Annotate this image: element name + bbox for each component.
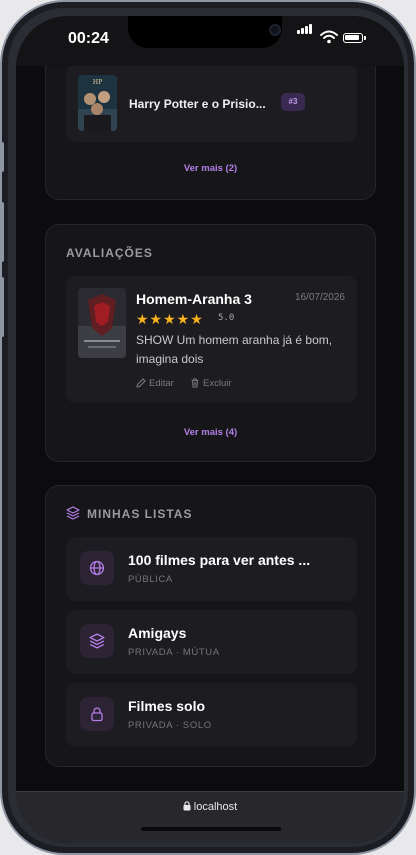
- rank-badge: #3: [281, 93, 305, 111]
- delete-label: Excluir: [203, 378, 232, 389]
- status-time: 00:24: [68, 30, 109, 47]
- trash-icon: [191, 378, 199, 388]
- review-item[interactable]: Homem-Aranha 3 16/07/2026 ★★★★★ 5.0 SHOW…: [66, 276, 357, 403]
- screen: 00:24 HP Harry Potter e o Prisio... #3 V…: [16, 16, 404, 843]
- see-more-top-list-link[interactable]: Ver mais (2): [46, 163, 375, 174]
- list-item[interactable]: Amigays PRIVADA · MÚTUA: [66, 610, 357, 674]
- volume-down-button: [0, 277, 4, 337]
- lock-icon: [80, 697, 114, 731]
- reviews-section-title: AVALIAÇÕES: [66, 246, 153, 260]
- battery-tip: [364, 36, 366, 40]
- layers-icon: [66, 506, 80, 520]
- notch: [128, 16, 282, 48]
- list-visibility: PÚBLICA: [128, 574, 173, 585]
- review-text: SHOW Um homem aranha já é bom, imagina d…: [136, 333, 333, 366]
- top-list-item[interactable]: HP Harry Potter e o Prisio... #3: [66, 64, 357, 142]
- edit-review-button[interactable]: Editar: [136, 378, 174, 389]
- volume-up-button: [0, 202, 4, 262]
- see-more-reviews-link[interactable]: Ver mais (4): [46, 427, 375, 438]
- homem-aranha-poster: [78, 288, 126, 358]
- wifi-icon: [320, 30, 338, 44]
- harry-potter-poster: HP: [78, 75, 117, 131]
- home-indicator[interactable]: [141, 827, 281, 831]
- review-movie-title: Homem-Aranha 3: [136, 291, 252, 307]
- camera: [271, 26, 279, 34]
- review-date: 16/07/2026: [294, 292, 345, 303]
- battery-icon: [343, 33, 363, 43]
- status-bar: 00:24: [16, 16, 404, 66]
- svg-text:HP: HP: [93, 79, 102, 86]
- lock-icon: [183, 801, 191, 811]
- list-name: Amigays: [128, 625, 187, 641]
- list-name: Filmes solo: [128, 698, 206, 714]
- edit-label: Editar: [149, 378, 174, 389]
- phone-frame: 00:24 HP Harry Potter e o Prisio... #3 V…: [0, 0, 416, 855]
- layers-icon: [80, 624, 114, 658]
- list-visibility: PRIVADA · SOLO: [128, 720, 212, 731]
- reviews-card: AVALIAÇÕES Homem-Aranha 3 16/07/2026 ★★★…: [45, 224, 376, 462]
- my-lists-card: MINHAS LISTAS 100 filmes para ver antes …: [45, 485, 376, 767]
- url-text: localhost: [193, 801, 238, 813]
- star-rating: ★★★★★: [136, 311, 204, 327]
- delete-review-button[interactable]: Excluir: [190, 378, 232, 389]
- review-score: 5.0: [218, 313, 235, 323]
- list-item[interactable]: Filmes solo PRIVADA · SOLO: [66, 683, 357, 747]
- list-item-title: Harry Potter e o Prisio...: [129, 97, 266, 111]
- globe-icon: [80, 551, 114, 585]
- list-visibility: PRIVADA · MÚTUA: [128, 647, 220, 658]
- lists-section-title: MINHAS LISTAS: [87, 507, 193, 521]
- pencil-icon: [136, 378, 146, 388]
- url-bar[interactable]: localhost: [16, 801, 404, 813]
- list-item[interactable]: 100 filmes para ver antes ... PÚBLICA: [66, 537, 357, 601]
- list-name: 100 filmes para ver antes ...: [128, 552, 311, 568]
- browser-bottom-bar: localhost: [16, 791, 404, 843]
- mute-switch: [0, 142, 4, 172]
